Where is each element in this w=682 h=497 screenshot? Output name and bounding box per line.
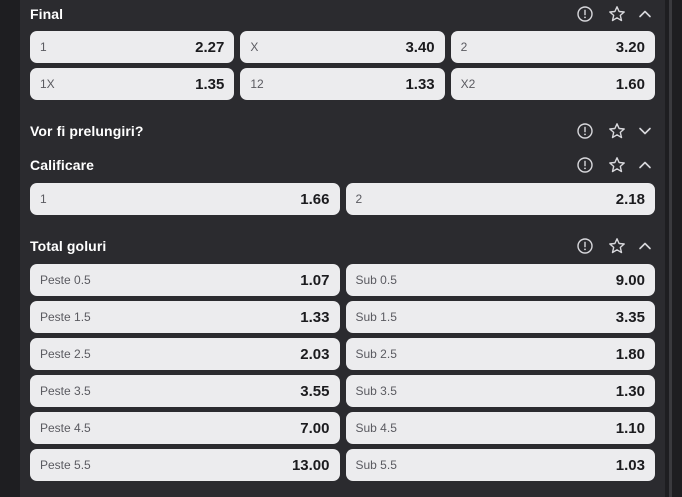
odd-value: 2.18 (615, 190, 645, 208)
odd-button[interactable]: 1 2.27 (30, 31, 235, 63)
section-header-calificare[interactable]: Calificare (30, 152, 655, 178)
odds-row: Peste 0.5 1.07 Sub 0.5 9.00 (30, 264, 655, 296)
odd-value: 1.30 (615, 382, 645, 400)
odd-button[interactable]: Sub 0.5 9.00 (345, 264, 655, 296)
odd-label: X2 (460, 77, 476, 91)
chevron-up-icon[interactable] (635, 4, 655, 24)
section-actions (575, 121, 655, 141)
info-icon[interactable] (575, 236, 595, 256)
odd-label: 12 (250, 77, 264, 91)
odd-label: 1 (40, 192, 47, 206)
chevron-up-icon[interactable] (635, 155, 655, 175)
odd-label: Peste 3.5 (40, 384, 91, 398)
odd-label: Peste 0.5 (40, 273, 91, 287)
odd-button[interactable]: Peste 3.5 3.55 (30, 375, 340, 407)
odd-label: Sub 1.5 (355, 310, 397, 324)
info-icon[interactable] (575, 155, 595, 175)
odd-value: 7.00 (300, 419, 330, 437)
odd-value: 1.80 (615, 345, 645, 363)
odd-value: 3.20 (615, 38, 645, 56)
odd-value: 2.03 (300, 345, 330, 363)
odd-button[interactable]: Peste 4.5 7.00 (30, 412, 340, 444)
odd-label: 2 (355, 192, 363, 206)
odd-label: Peste 1.5 (40, 310, 91, 324)
odd-value: 1.10 (615, 419, 645, 437)
info-icon[interactable] (575, 4, 595, 24)
odd-value: 1.60 (615, 75, 645, 93)
odd-label: Sub 4.5 (355, 421, 397, 435)
odd-value: 1.33 (405, 75, 435, 93)
odds-row: Peste 3.5 3.55 Sub 3.5 1.30 (30, 375, 655, 407)
odd-label: Sub 5.5 (355, 458, 397, 472)
odd-value: 1.07 (300, 271, 330, 289)
odds-row: 1 2.27 X 3.40 2 3.20 (30, 31, 655, 63)
star-icon[interactable] (607, 155, 627, 175)
odd-button[interactable]: 1X 1.35 (30, 68, 235, 100)
star-icon[interactable] (607, 121, 627, 141)
odds-row: Peste 4.5 7.00 Sub 4.5 1.10 (30, 412, 655, 444)
odd-value: 3.55 (300, 382, 330, 400)
odds-row: Peste 2.5 2.03 Sub 2.5 1.80 (30, 338, 655, 370)
info-icon[interactable] (575, 121, 595, 141)
section-title: Total goluri (30, 238, 107, 254)
markets-panel: Final 1 2.27 X 3.40 2 3.20 1X 1.35 12 1.… (20, 0, 665, 497)
odd-button[interactable]: Sub 1.5 3.35 (345, 301, 655, 333)
odd-button[interactable]: Peste 2.5 2.03 (30, 338, 340, 370)
odd-button[interactable]: 2 2.18 (345, 183, 655, 215)
odd-button[interactable]: 2 3.20 (450, 31, 655, 63)
odd-button[interactable]: Sub 3.5 1.30 (345, 375, 655, 407)
section-title: Calificare (30, 157, 95, 173)
section-title: Vor fi prelungiri? (30, 123, 144, 139)
odd-button[interactable]: Sub 2.5 1.80 (345, 338, 655, 370)
odd-button[interactable]: Peste 0.5 1.07 (30, 264, 340, 296)
star-icon[interactable] (607, 236, 627, 256)
star-icon[interactable] (607, 4, 627, 24)
odd-label: Sub 2.5 (355, 347, 397, 361)
odd-value: 9.00 (615, 271, 645, 289)
odds-row: 1 1.66 2 2.18 (30, 183, 655, 215)
odd-button[interactable]: 12 1.33 (240, 68, 445, 100)
section-header-total-goluri[interactable]: Total goluri (30, 233, 655, 259)
odds-row: 1X 1.35 12 1.33 X2 1.60 (30, 68, 655, 100)
odd-button[interactable]: X 3.40 (240, 31, 445, 63)
odd-value: 3.35 (615, 308, 645, 326)
section-actions (575, 155, 655, 175)
odd-value: 3.40 (405, 38, 435, 56)
odd-label: X (250, 40, 259, 54)
odd-label: Sub 3.5 (355, 384, 397, 398)
odds-row: Peste 1.5 1.33 Sub 1.5 3.35 (30, 301, 655, 333)
odd-button[interactable]: Sub 5.5 1.03 (345, 449, 655, 481)
section-header-prelungiri[interactable]: Vor fi prelungiri? (30, 118, 655, 144)
section-header-final[interactable]: Final (30, 1, 655, 27)
scrollbar-track[interactable] (669, 0, 672, 497)
odd-label: Peste 5.5 (40, 458, 91, 472)
odd-value: 1.35 (195, 75, 225, 93)
odd-value: 1.33 (300, 308, 330, 326)
section-actions (575, 236, 655, 256)
odd-label: 2 (460, 40, 468, 54)
odd-label: Sub 0.5 (355, 273, 397, 287)
odd-button[interactable]: Peste 1.5 1.33 (30, 301, 340, 333)
odd-label: 1 (40, 40, 47, 54)
odd-button[interactable]: Sub 4.5 1.10 (345, 412, 655, 444)
odd-button[interactable]: Peste 5.5 13.00 (30, 449, 340, 481)
odd-button[interactable]: X2 1.60 (450, 68, 655, 100)
section-title: Final (30, 6, 64, 22)
odd-value: 13.00 (291, 456, 330, 474)
chevron-up-icon[interactable] (635, 236, 655, 256)
section-actions (575, 4, 655, 24)
odd-label: Peste 2.5 (40, 347, 91, 361)
odd-label: Peste 4.5 (40, 421, 91, 435)
chevron-down-icon[interactable] (635, 121, 655, 141)
odd-label: 1X (40, 77, 55, 91)
odds-row: Peste 5.5 13.00 Sub 5.5 1.03 (30, 449, 655, 481)
odd-value: 1.66 (300, 190, 330, 208)
odd-button[interactable]: 1 1.66 (30, 183, 340, 215)
odd-value: 1.03 (615, 456, 645, 474)
odd-value: 2.27 (195, 38, 225, 56)
